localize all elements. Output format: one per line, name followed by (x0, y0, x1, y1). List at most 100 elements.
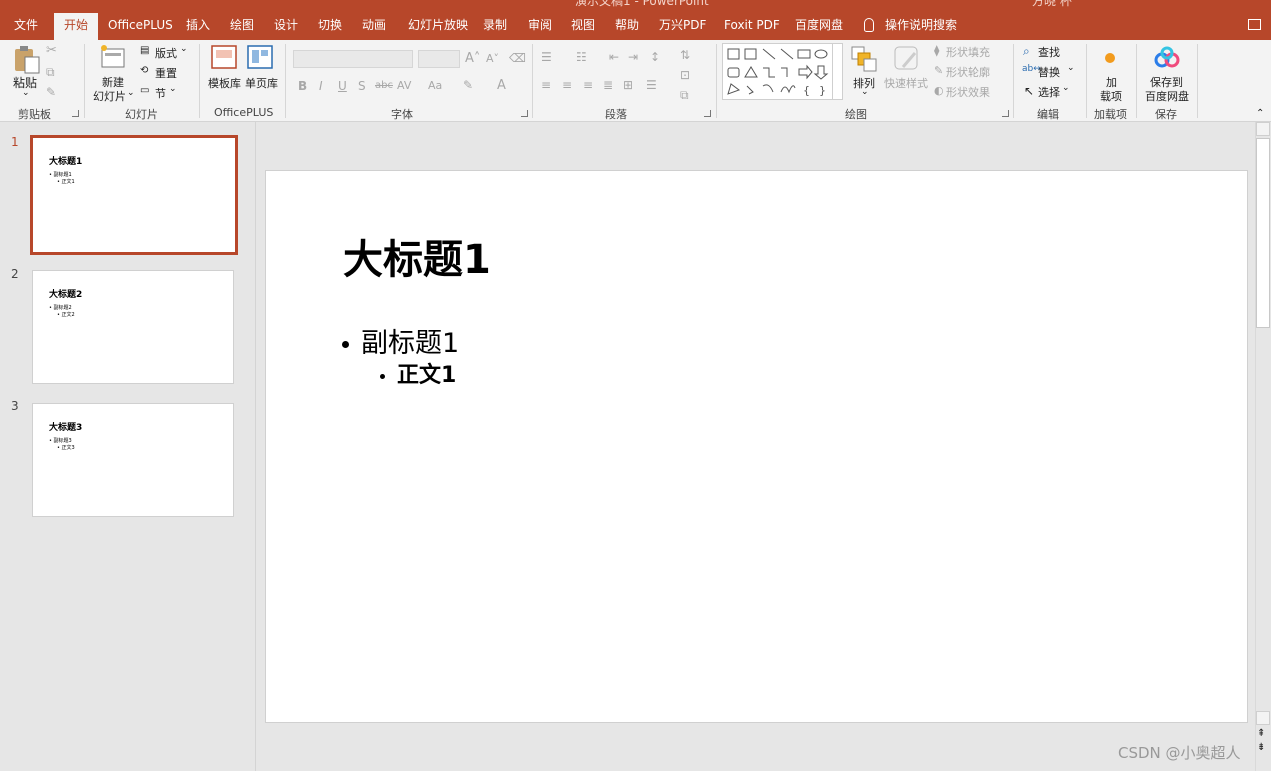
new-slide-button-line2[interactable]: 幻灯片 (93, 88, 126, 104)
select-icon[interactable]: ↖ (1024, 84, 1034, 98)
shape-outline-icon[interactable]: ✎ (934, 64, 943, 77)
distributed-icon[interactable]: ⊞ (623, 78, 633, 92)
chevron-down-icon[interactable]: ⌄ (861, 87, 869, 97)
align-left-icon[interactable]: ≡ (541, 78, 551, 92)
select-button[interactable]: 选择 (1038, 84, 1060, 100)
find-icon[interactable]: ⌕ (1023, 44, 1030, 59)
tab-insert[interactable]: 插入 (182, 15, 214, 40)
slide-title-placeholder[interactable]: 大标题1 (343, 227, 491, 285)
scroll-up-button[interactable] (1256, 122, 1270, 136)
paste-icon[interactable] (12, 45, 42, 75)
chevron-down-icon[interactable]: ⌄ (22, 88, 30, 98)
shrink-font-icon[interactable]: A˅ (486, 52, 499, 65)
chevron-down-icon[interactable]: ⌄ (180, 44, 188, 54)
tell-me-search[interactable]: 操作说明搜索 (881, 15, 961, 40)
justify-icon[interactable]: ≣ (603, 78, 613, 92)
layout-button[interactable]: 版式 (155, 45, 177, 61)
bold-button[interactable]: B (298, 79, 307, 93)
underline-button[interactable]: U (338, 79, 347, 93)
section-button[interactable]: 节 (155, 85, 166, 101)
align-text-icon[interactable]: ⊡ (680, 68, 690, 82)
smartart-icon[interactable]: ⧉ (680, 88, 689, 103)
template-library-button[interactable]: 模板库 (208, 75, 241, 91)
increase-indent-icon[interactable]: ⇥ (628, 50, 638, 64)
quick-styles-button[interactable]: 快速样式 (884, 75, 928, 91)
tab-record[interactable]: 录制 (479, 15, 511, 40)
copy-icon[interactable]: ⧉ (46, 65, 55, 80)
drawing-launcher-icon[interactable] (1002, 110, 1009, 117)
single-page-library-button[interactable]: 单页库 (245, 75, 278, 91)
strikethrough-button[interactable]: abc (375, 80, 393, 91)
template-library-icon[interactable] (211, 45, 237, 69)
scroll-down-button[interactable] (1256, 711, 1270, 725)
reset-icon[interactable]: ⟲ (140, 65, 148, 76)
slide-subtitle-bullet[interactable]: 副标题1 (342, 321, 459, 360)
current-slide-canvas[interactable]: 大标题1 副标题1 正文1 (265, 170, 1248, 723)
tab-officeplus[interactable]: OfficePLUS (104, 15, 177, 40)
new-slide-icon[interactable] (99, 44, 127, 72)
baidu-netdisk-icon[interactable] (1153, 46, 1181, 70)
line-spacing-icon[interactable]: ↕ (650, 50, 660, 64)
tab-design[interactable]: 设计 (270, 15, 302, 40)
previous-slide-icon[interactable]: ⇞ (1257, 728, 1265, 739)
tab-review[interactable]: 审阅 (524, 15, 556, 40)
change-case-button[interactable]: Aa (428, 79, 442, 92)
arrange-icon[interactable] (851, 46, 877, 72)
paragraph-launcher-icon[interactable] (704, 110, 711, 117)
text-direction-icon[interactable]: ⇅ (680, 48, 690, 62)
highlight-icon[interactable]: ✎ (463, 78, 473, 92)
tab-help[interactable]: 帮助 (611, 15, 643, 40)
chevron-down-icon[interactable]: ⌄ (169, 84, 177, 94)
tab-baidu-netdisk[interactable]: 百度网盘 (791, 15, 847, 40)
quick-styles-icon[interactable] (893, 45, 921, 73)
addins-button-line2[interactable]: 载项 (1100, 88, 1122, 104)
italic-button[interactable]: I (319, 79, 323, 93)
cut-icon[interactable]: ✂ (46, 43, 57, 58)
save-to-baidu-line2[interactable]: 百度网盘 (1145, 88, 1189, 104)
tab-view[interactable]: 视图 (567, 15, 599, 40)
font-family-select[interactable] (293, 50, 413, 68)
decrease-indent-icon[interactable]: ⇤ (609, 50, 619, 64)
shapes-gallery[interactable]: {} (722, 43, 843, 100)
lightbulb-icon[interactable] (864, 18, 874, 32)
font-color-icon[interactable]: A (497, 78, 506, 93)
shape-fill-button[interactable]: 形状填充 (946, 44, 990, 60)
section-icon[interactable]: ▭ (140, 85, 149, 96)
chevron-down-icon[interactable]: ⌄ (1062, 83, 1070, 93)
slide-body-bullet[interactable]: 正文1 (380, 357, 456, 389)
grow-font-icon[interactable]: A˄ (465, 51, 480, 66)
layout-icon[interactable]: ▤ (140, 45, 149, 56)
tab-file[interactable]: 文件 (10, 15, 42, 40)
tab-draw[interactable]: 绘图 (226, 15, 258, 40)
tab-foxit-pdf[interactable]: Foxit PDF (720, 15, 784, 40)
tab-home[interactable]: 开始 (54, 13, 99, 40)
scrollbar-thumb[interactable] (1256, 138, 1270, 328)
reset-button[interactable]: 重置 (155, 65, 177, 81)
tab-transitions[interactable]: 切换 (314, 15, 346, 40)
slide-thumbnail-3[interactable]: 大标题3 • 副标题3 • 正文3 (32, 403, 234, 517)
format-painter-icon[interactable]: ✎ (46, 85, 56, 99)
shape-outline-button[interactable]: 形状轮廓 (946, 64, 990, 80)
shape-effects-button[interactable]: 形状效果 (946, 84, 990, 100)
char-spacing-button[interactable]: AV (397, 79, 411, 92)
tab-slideshow[interactable]: 幻灯片放映 (404, 15, 472, 40)
numbering-icon[interactable]: ☷ (576, 50, 587, 64)
chevron-down-icon[interactable]: ⌄ (127, 88, 135, 98)
addins-icon[interactable] (1102, 50, 1118, 66)
slide-thumbnail-1[interactable]: 大标题1 • 副标题1 • 正文1 (30, 135, 238, 255)
align-right-icon[interactable]: ≡ (583, 78, 593, 92)
font-size-select[interactable] (418, 50, 460, 68)
comments-icon[interactable] (1248, 19, 1261, 30)
shapes-gallery-scroll[interactable] (832, 43, 843, 100)
align-center-icon[interactable]: ≡ (562, 78, 572, 92)
tab-wanxing-pdf[interactable]: 万兴PDF (655, 15, 710, 40)
collapse-ribbon-icon[interactable]: ⌃ (1256, 108, 1264, 119)
clipboard-launcher-icon[interactable] (72, 110, 79, 117)
clear-format-icon[interactable]: ⌫ (509, 51, 526, 65)
chevron-down-icon[interactable]: ⌄ (1067, 63, 1075, 73)
next-slide-icon[interactable]: ⇟ (1257, 742, 1265, 753)
slide-thumbnail-2[interactable]: 大标题2 • 副标题2 • 正文2 (32, 270, 234, 384)
shadow-button[interactable]: S (358, 79, 366, 93)
font-launcher-icon[interactable] (521, 110, 528, 117)
shape-fill-icon[interactable]: ⧫ (934, 44, 939, 57)
